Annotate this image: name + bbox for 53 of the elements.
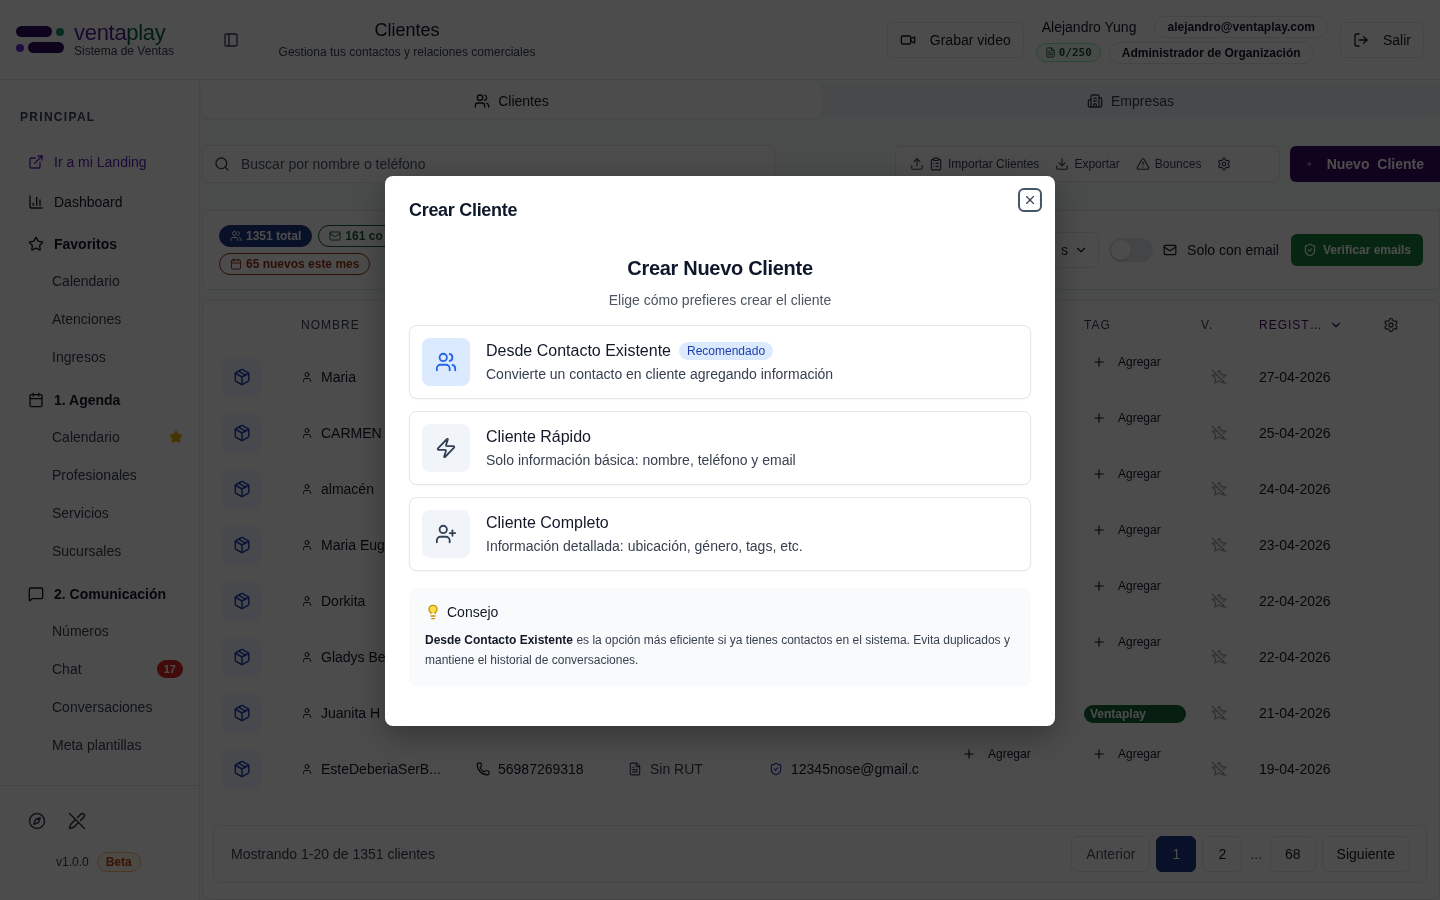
close-button[interactable]	[1018, 188, 1042, 212]
tip-title: Consejo	[447, 604, 499, 620]
dialog-title: Crear Cliente	[409, 200, 519, 221]
registration-date: 27-04-2026	[1259, 369, 1331, 385]
email-address: 12345nose@gmail.c	[791, 761, 919, 777]
dialog-subtitle: Elige cómo prefieres crear el cliente	[607, 292, 833, 308]
lightning-icon	[422, 424, 470, 472]
registration-date: 21-04-2026	[1259, 705, 1331, 721]
page-title: Clientes	[374, 20, 440, 41]
recommended-badge: Recomendado	[679, 342, 774, 360]
ellipsis: ...	[1249, 846, 1264, 862]
option-description: Información detallada: ubicación, género, tags, etc.	[486, 538, 803, 554]
close-icon	[1023, 193, 1037, 207]
client-name: CARMEN	[321, 425, 382, 441]
brand-tagline: Sistema de Ventas	[74, 45, 175, 57]
option-title: Desde Contacto Existente	[486, 342, 671, 360]
option-card[interactable]: Cliente Rápido Solo información básica: nombre, teléfono y email	[409, 411, 1031, 485]
client-name: Maria	[321, 369, 356, 385]
registration-date: 19-04-2026	[1259, 761, 1331, 777]
rut-value: Sin RUT	[650, 761, 703, 777]
client-name: Maria Eug	[321, 537, 385, 553]
option-title: Cliente Rápido	[486, 428, 591, 446]
toggle-label: Solo con email	[1187, 242, 1279, 258]
option-description: Solo información básica: nombre, teléfono y email	[486, 452, 796, 468]
client-name: EsteDeberiaSerB...	[321, 761, 441, 777]
client-name: Gladys Be	[321, 649, 386, 665]
column-header: V.	[1201, 318, 1215, 332]
registration-date: 23-04-2026	[1259, 537, 1331, 553]
client-name: Juanita H	[321, 705, 381, 721]
client-name: Dorkita	[321, 593, 366, 609]
version-label: v1.0.0	[56, 855, 89, 869]
user-plus-icon	[422, 510, 470, 558]
page-subtitle: Gestiona tus contactos y relaciones comerciales	[278, 45, 536, 59]
option-card[interactable]: Desde Contacto Existente Recomendado Convierte un contacto en cliente agregando información	[409, 325, 1031, 399]
client-name: almacén	[321, 481, 374, 497]
registration-date: 24-04-2026	[1259, 481, 1331, 497]
results-summary: Mostrando 1-20 de 1351 clientes	[231, 846, 435, 862]
registration-date: 25-04-2026	[1259, 425, 1331, 441]
user-name: Alejandro Yung	[1040, 18, 1138, 35]
registration-date: 22-04-2026	[1259, 649, 1331, 665]
phone-number: 56987269318	[498, 761, 584, 777]
option-title: Cliente Completo	[486, 514, 609, 532]
section-label: PRINCIPAL	[19, 110, 97, 124]
users-icon	[422, 338, 470, 386]
tip-text: Desde Contacto Existente es la opción más eficiente si ya tienes contactos en el sistema. Evita duplicados y mantiene el historial de conversaciones.	[425, 632, 1011, 669]
dialog-heading: Crear Nuevo Cliente	[626, 257, 814, 280]
brand-name: ventaplay	[74, 22, 167, 44]
lightbulb-icon	[425, 604, 441, 620]
registration-date: 22-04-2026	[1259, 593, 1331, 609]
column-header: TAG	[1084, 318, 1112, 332]
option-card[interactable]: Cliente Completo Información detallada: ubicación, género, tags, etc.	[409, 497, 1031, 571]
option-description: Convierte un contacto en cliente agregando información	[486, 366, 834, 382]
column-header: NOMBRE	[301, 318, 361, 332]
